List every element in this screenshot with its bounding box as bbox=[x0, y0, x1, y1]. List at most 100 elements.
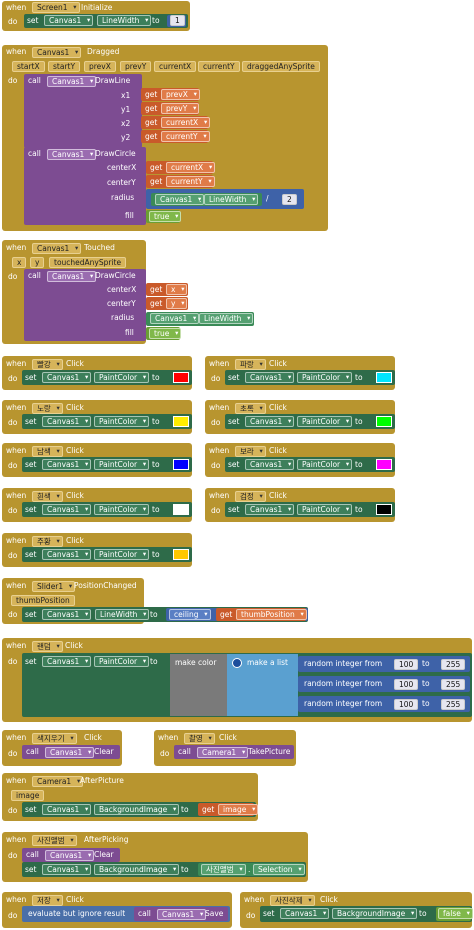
component-dropdown[interactable]: Canvas1 bbox=[32, 47, 82, 58]
set-paintcolor-block[interactable]: set Canvas1PaintColorto bbox=[22, 414, 192, 429]
param-currenty[interactable]: currentY bbox=[198, 61, 240, 72]
component-dropdown[interactable]: Canvas1 bbox=[150, 313, 200, 324]
variable-dropdown[interactable]: currentY bbox=[161, 131, 210, 142]
from-value[interactable]: 100 bbox=[394, 699, 419, 710]
component-dropdown[interactable]: 빨강 bbox=[32, 359, 63, 370]
component-dropdown[interactable]: Canvas1 bbox=[42, 864, 92, 875]
component-dropdown[interactable]: Canvas1 bbox=[47, 271, 97, 282]
set-backgroundimage-block[interactable]: set Canvas1 BackgroundImage to false bbox=[260, 906, 473, 922]
param-x[interactable]: x bbox=[12, 257, 27, 268]
component-dropdown[interactable]: Canvas1 bbox=[42, 609, 92, 620]
set-linewidth-block[interactable]: set Canvas1 LineWidth to 1 bbox=[24, 14, 188, 28]
component-dropdown[interactable]: Canvas1 bbox=[42, 804, 92, 815]
component-dropdown[interactable]: 주황 bbox=[32, 536, 63, 547]
evaluate-ignore-block[interactable]: evaluate but ignore result call Canvas1 … bbox=[22, 906, 230, 922]
component-dropdown[interactable]: Canvas1 bbox=[245, 416, 295, 427]
component-dropdown[interactable]: 파랑 bbox=[235, 359, 266, 370]
component-dropdown[interactable]: Canvas1 bbox=[47, 76, 97, 87]
album-selection-getter[interactable]: 사진앨범 . Selection bbox=[198, 863, 305, 876]
property-dropdown[interactable]: PaintColor bbox=[94, 504, 150, 515]
component-dropdown[interactable]: 랜덤 bbox=[32, 641, 63, 652]
param-startx[interactable]: startX bbox=[12, 61, 45, 72]
call-clear-block[interactable]: call Canvas1 Clear bbox=[22, 745, 120, 759]
math-function-dropdown[interactable]: ceiling bbox=[169, 609, 211, 620]
component-dropdown[interactable]: 남색 bbox=[32, 446, 63, 457]
call-drawline-block[interactable]: call Canvas1 DrawLine x1 y1 x2 y2 bbox=[24, 74, 142, 148]
property-dropdown[interactable]: LineWidth bbox=[199, 313, 254, 324]
component-dropdown[interactable]: 노랑 bbox=[32, 403, 63, 414]
property-dropdown[interactable]: BackgroundImage bbox=[94, 804, 180, 815]
call-drawcircle-block[interactable]: call Canvas1 DrawCircle centerX centerY … bbox=[24, 269, 146, 341]
param-prevy[interactable]: prevY bbox=[120, 61, 152, 72]
random-integer-block[interactable]: random integer from 100 to 255 bbox=[298, 656, 470, 672]
component-dropdown[interactable]: Screen1 bbox=[32, 2, 80, 13]
from-value[interactable]: 100 bbox=[394, 659, 419, 670]
call-save-block[interactable]: call Canvas1 Save bbox=[134, 907, 228, 921]
variable-dropdown[interactable]: currentY bbox=[166, 176, 215, 187]
set-paintcolor-block[interactable]: set Canvas1PaintColorto bbox=[225, 457, 395, 472]
component-dropdown[interactable]: 사진앨범 bbox=[201, 864, 246, 875]
color-swatch[interactable] bbox=[173, 504, 189, 515]
set-backgroundimage-block[interactable]: set Canvas1 BackgroundImage to 사진앨범 . Se… bbox=[22, 862, 306, 877]
get-currenty-block[interactable]: get currentY bbox=[141, 130, 210, 143]
param-thumbposition[interactable]: thumbPosition bbox=[11, 595, 75, 606]
get-image-block[interactable]: get image bbox=[198, 803, 259, 816]
canvas-linewidth-getter[interactable]: Canvas1 . LineWidth bbox=[151, 193, 262, 206]
variable-dropdown[interactable]: image bbox=[218, 804, 259, 815]
variable-dropdown[interactable]: x bbox=[166, 284, 188, 295]
variable-dropdown[interactable]: prevX bbox=[161, 89, 200, 100]
property-dropdown[interactable]: PaintColor bbox=[94, 416, 150, 427]
get-prevx-block[interactable]: get prevX bbox=[141, 88, 200, 101]
component-dropdown[interactable]: Camera1 bbox=[197, 747, 249, 758]
to-value[interactable]: 255 bbox=[441, 659, 466, 670]
component-dropdown[interactable]: Camera1 bbox=[32, 776, 84, 787]
call-clear-block[interactable]: call Canvas1 Clear bbox=[22, 848, 120, 862]
param-image[interactable]: image bbox=[11, 790, 45, 801]
ceiling-block[interactable]: ceiling get thumbPosition bbox=[166, 608, 308, 621]
variable-dropdown[interactable]: currentX bbox=[166, 162, 216, 173]
set-paintcolor-block[interactable]: set Canvas1PaintColorto bbox=[225, 414, 395, 429]
property-dropdown[interactable]: PaintColor bbox=[297, 504, 353, 515]
param-draggedanysprite[interactable]: draggedAnySprite bbox=[242, 61, 320, 72]
get-y-block[interactable]: get y bbox=[146, 297, 188, 310]
component-dropdown[interactable]: Canvas1 bbox=[42, 504, 92, 515]
param-prevx[interactable]: prevX bbox=[84, 61, 116, 72]
component-dropdown[interactable]: Canvas1 bbox=[45, 850, 95, 861]
get-x-block[interactable]: get x bbox=[146, 283, 188, 296]
component-dropdown[interactable]: Canvas1 bbox=[245, 459, 295, 470]
to-value[interactable]: 255 bbox=[441, 699, 466, 710]
true-block[interactable]: true bbox=[146, 210, 182, 223]
set-paintcolor-block[interactable]: set Canvas1PaintColorto bbox=[22, 502, 192, 517]
variable-dropdown[interactable]: y bbox=[166, 298, 188, 309]
set-backgroundimage-block[interactable]: set Canvas1 BackgroundImage to get image bbox=[22, 802, 259, 817]
color-swatch[interactable] bbox=[173, 372, 189, 383]
from-value[interactable]: 100 bbox=[394, 679, 419, 690]
set-paintcolor-block[interactable]: set Canvas1PaintColorto bbox=[22, 370, 192, 385]
component-dropdown[interactable]: 사진삭제 bbox=[270, 895, 315, 906]
param-currentx[interactable]: currentX bbox=[154, 61, 197, 72]
component-dropdown[interactable]: Canvas1 bbox=[280, 908, 330, 919]
component-dropdown[interactable]: 색지우기 bbox=[32, 733, 77, 744]
get-thumbposition-block[interactable]: get thumbPosition bbox=[216, 608, 307, 621]
param-touchedanysprite[interactable]: touchedAnySprite bbox=[49, 257, 127, 268]
to-value[interactable]: 255 bbox=[441, 679, 466, 690]
set-paintcolor-block[interactable]: set Canvas1PaintColorto bbox=[225, 502, 395, 517]
property-dropdown[interactable]: BackgroundImage bbox=[332, 908, 418, 919]
property-dropdown[interactable]: Selection bbox=[253, 864, 305, 875]
set-paintcolor-block[interactable]: set Canvas1PaintColorto bbox=[22, 547, 192, 562]
component-dropdown[interactable]: Canvas1 bbox=[44, 15, 94, 26]
call-takepicture-block[interactable]: call Camera1 TakePicture bbox=[174, 745, 294, 759]
component-dropdown[interactable]: 촬영 bbox=[184, 733, 215, 744]
component-dropdown[interactable]: Canvas1 bbox=[47, 149, 97, 160]
boolean-dropdown[interactable]: true bbox=[149, 328, 182, 339]
component-dropdown[interactable]: Canvas1 bbox=[42, 416, 92, 427]
number-value[interactable]: 1 bbox=[170, 15, 185, 26]
param-starty[interactable]: startY bbox=[48, 61, 81, 72]
make-list-block[interactable]: make a list bbox=[227, 654, 298, 716]
param-y[interactable]: y bbox=[30, 257, 45, 268]
component-dropdown[interactable]: Canvas1 bbox=[157, 909, 207, 920]
component-dropdown[interactable]: Canvas1 bbox=[245, 372, 295, 383]
variable-dropdown[interactable]: prevY bbox=[161, 103, 200, 114]
call-drawcircle-block[interactable]: call Canvas1 DrawCircle centerX centerY … bbox=[24, 147, 146, 225]
divisor-value[interactable]: 2 bbox=[282, 194, 297, 205]
